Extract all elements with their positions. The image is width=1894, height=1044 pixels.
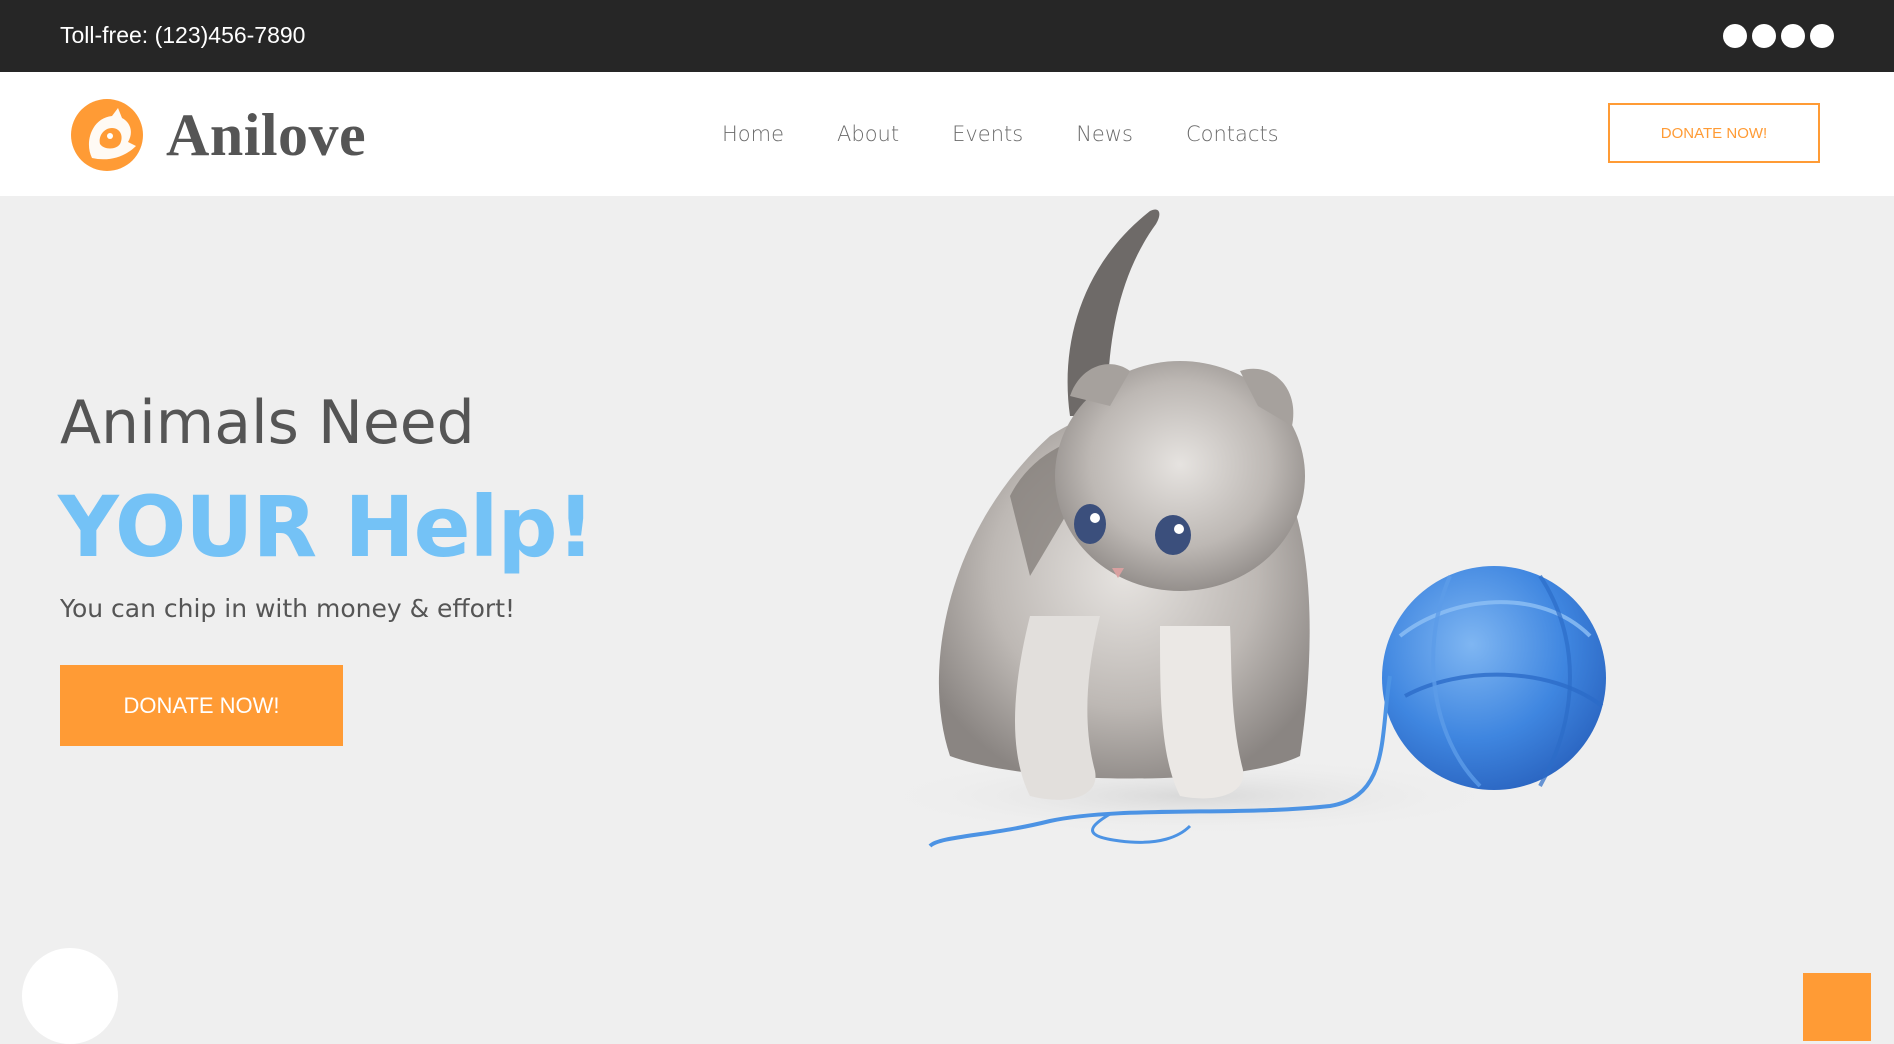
nav-contacts[interactable]: Contacts <box>1186 122 1279 146</box>
hero-subtitle: You can chip in with money & effort! <box>60 594 516 623</box>
logo-text: Anilove <box>166 101 367 168</box>
social-icon-4[interactable] <box>1810 24 1834 48</box>
main-nav: Home About Events News Contacts <box>722 122 1279 146</box>
scroll-to-top-button[interactable] <box>1803 973 1871 1041</box>
hero-section: Animals Need YOUR Help! You can chip in … <box>0 196 1894 1044</box>
hero-donate-button[interactable]: DONATE NOW! <box>60 665 343 746</box>
nav-about[interactable]: About <box>837 122 899 146</box>
header-donate-button[interactable]: DONATE NOW! <box>1608 103 1820 163</box>
toll-free-phone[interactable]: Toll-free: (123)456-7890 <box>60 22 305 49</box>
nav-home[interactable]: Home <box>722 122 784 146</box>
site-header: Anilove Home About Events News Contacts … <box>0 72 1894 196</box>
chat-widget-button[interactable] <box>22 948 118 1044</box>
nav-news[interactable]: News <box>1076 122 1133 146</box>
top-bar: Toll-free: (123)456-7890 <box>0 0 1894 72</box>
nav-events[interactable]: Events <box>952 122 1023 146</box>
hero-heading-line1: Animals Need <box>60 388 475 458</box>
social-icon-1[interactable] <box>1723 24 1747 48</box>
paw-logo-icon <box>70 96 144 174</box>
kitten-yarn-image <box>860 196 1660 855</box>
social-icon-3[interactable] <box>1781 24 1805 48</box>
hero-heading-line2: YOUR Help! <box>58 478 595 576</box>
social-icon-2[interactable] <box>1752 24 1776 48</box>
site-logo[interactable]: Anilove <box>70 96 366 174</box>
social-links <box>1723 24 1834 48</box>
